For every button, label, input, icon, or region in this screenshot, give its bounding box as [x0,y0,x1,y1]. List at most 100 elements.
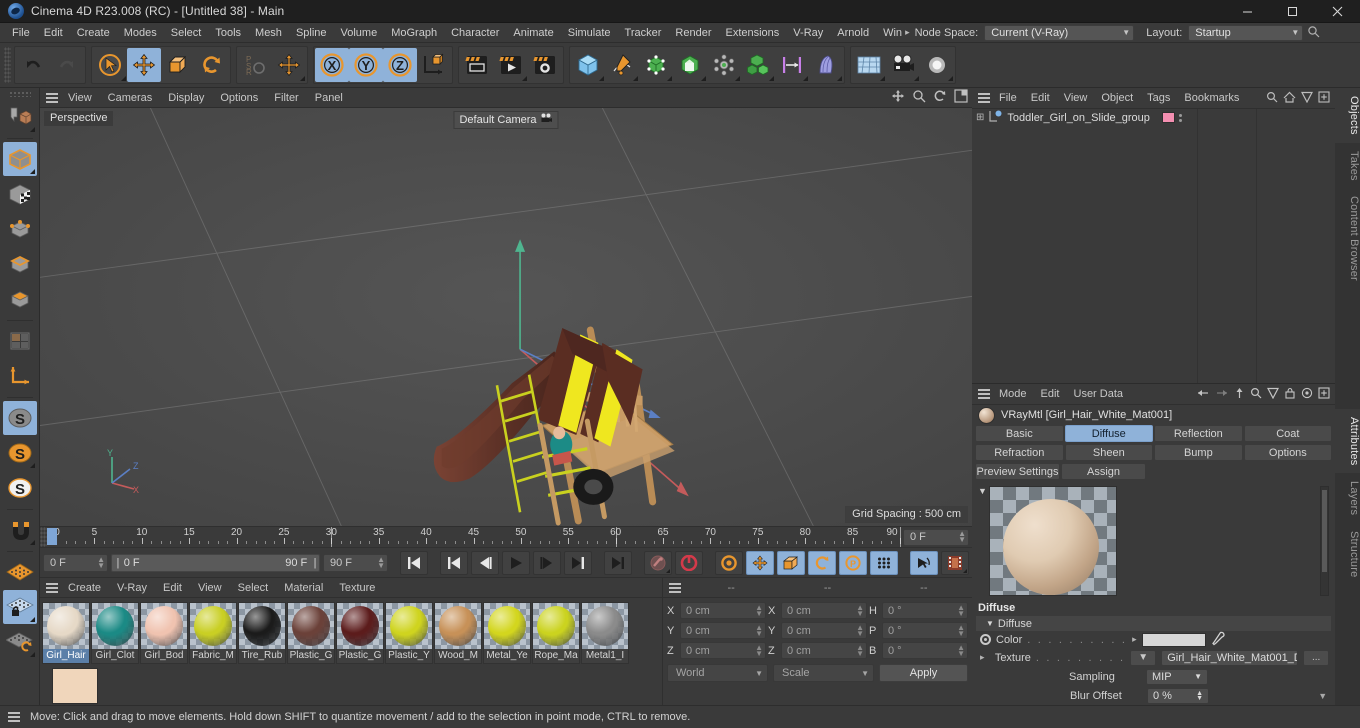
material-item[interactable]: Wood_M [434,602,482,664]
point-mode-button[interactable] [2,142,37,176]
live-selection-button[interactable] [93,48,127,82]
rotation-field[interactable]: 0 ° ▲ ▼ [882,642,968,659]
color-radio-button[interactable] [980,634,991,646]
filter-icon[interactable] [1301,91,1314,106]
x-axis-lock-button[interactable]: X [315,48,349,82]
spinner-icon[interactable]: ▲ ▼ [856,643,864,657]
add-spline-button[interactable] [605,48,639,82]
go-to-previous-keyframe-button[interactable] [440,550,468,575]
search-icon[interactable] [1307,25,1320,41]
viewport-camera-label[interactable]: Default Camera [453,111,559,129]
play-button[interactable] [502,550,530,575]
add-subdivision-surface-button[interactable] [673,48,707,82]
size-field[interactable]: 0 cm ▲ ▼ [781,602,867,619]
tab-layers[interactable]: Layers [1335,473,1360,523]
menu-volume[interactable]: Volume [334,23,385,43]
material-list[interactable]: Girl_Hair Girl_Clot Girl_Bod Fabric_M Tire_R… [40,598,662,705]
spinner-icon[interactable]: ▲ ▼ [856,623,864,637]
timeline-grip[interactable] [40,527,47,547]
material-thumbnail[interactable] [92,603,138,649]
current-frame-field[interactable]: 0 F ▲ ▼ [43,553,108,572]
magnet-tool-button[interactable] [3,513,37,547]
texture-expander-icon[interactable]: ▸ [980,652,990,663]
material-item[interactable]: Tire_Rub [238,602,286,664]
parameter-key-button[interactable]: P [839,550,867,575]
viewport-3d[interactable]: Perspective Default Camera Grid Spacing … [40,108,972,526]
minimize-button[interactable] [1225,0,1270,23]
face-mode-button[interactable] [3,282,37,316]
menu-arnold[interactable]: Arnold [830,23,876,43]
enable-axis-modification-button[interactable]: S [2,401,37,435]
go-to-end-button[interactable] [604,550,632,575]
undo-button[interactable] [16,48,50,82]
spinner-icon[interactable]: ▲ ▼ [755,603,763,617]
move-axis-button[interactable] [272,48,306,82]
objects-menu-file[interactable]: File [992,88,1024,109]
viewport-menu-panel[interactable]: Panel [307,88,351,108]
add-generator-button[interactable] [639,48,673,82]
material-item[interactable]: Rope_Ma [532,602,580,664]
timeline-range-bar[interactable]: || 0 F 90 F || [111,553,320,572]
spinner-icon[interactable]: ▲ ▼ [755,643,763,657]
scale-key-button[interactable] [777,550,805,575]
position-field[interactable]: 0 cm ▲ ▼ [680,622,766,639]
sampling-select[interactable]: MIP ▼ [1146,668,1208,685]
add-icon[interactable] [1318,387,1330,402]
edge-mode-button[interactable] [3,212,37,246]
search-icon[interactable] [1266,91,1278,106]
tab-bump[interactable]: Bump [1154,444,1243,462]
viewport-menu-options[interactable]: Options [212,88,266,108]
objects-menu-object[interactable]: Object [1094,88,1140,109]
spinner-icon[interactable]: ▲ ▼ [856,603,864,617]
coordinate-system-select[interactable]: World ▼ [667,664,768,682]
texture-type-select[interactable]: ▼ [1130,649,1157,666]
home-icon[interactable] [1283,91,1296,106]
back-arrow-icon[interactable] [1196,387,1210,402]
axis-mode-button[interactable] [3,359,37,393]
up-arrow-icon[interactable] [1234,387,1245,402]
status-menu-hamburger-icon[interactable] [6,711,22,723]
tab-assign[interactable]: Assign [1061,463,1146,481]
play-sound-button[interactable] [910,550,938,575]
material-thumbnail[interactable] [239,603,285,649]
search-icon[interactable] [1250,387,1262,402]
go-to-start-button[interactable] [400,550,428,575]
material-thumbnail[interactable] [533,603,579,649]
render-settings-button[interactable] [528,48,562,82]
spinner-icon[interactable]: ▲ ▼ [957,623,965,637]
go-to-previous-frame-button[interactable] [471,550,499,575]
timeline-ruler[interactable]: 051015202530354045505560657075808590 [47,527,901,547]
objects-menu-bookmarks[interactable]: Bookmarks [1177,88,1239,109]
position-field[interactable]: 0 cm ▲ ▼ [680,602,766,619]
material-item[interactable]: Plastic_Y [385,602,433,664]
move-tool-button[interactable] [127,48,161,82]
add-mograph-button[interactable] [741,48,775,82]
keyframe-selection-button[interactable] [715,550,743,575]
range-right-handle[interactable]: || [313,557,316,569]
add-light-button[interactable] [920,48,954,82]
material-item[interactable]: Girl_Bod [140,602,188,664]
menu-tools[interactable]: Tools [208,23,248,43]
material-preview-image[interactable] [988,486,1117,597]
y-axis-lock-button[interactable]: Y [349,48,383,82]
material-menu-create[interactable]: Create [60,578,109,598]
menu-vray[interactable]: V-Ray [786,23,830,43]
tab-objects[interactable]: Objects [1335,88,1360,143]
filter-icon[interactable] [1267,387,1280,402]
menu-mograph[interactable]: MoGraph [384,23,444,43]
autokeying-button[interactable] [675,550,703,575]
add-field-button[interactable] [775,48,809,82]
polygon-mode-button[interactable] [3,247,37,281]
coordinate-mode-select[interactable]: Scale ▼ [773,664,874,682]
preview-range-button[interactable] [941,550,969,575]
viewport-menu-view[interactable]: View [60,88,100,108]
material-thumbnail[interactable] [386,603,432,649]
scale-tool-button[interactable] [161,48,195,82]
panel-layout-icon[interactable] [954,89,968,106]
material-item[interactable]: Girl_Clot [91,602,139,664]
tab-attributes[interactable]: Attributes [1335,408,1360,474]
attributes-menu-edit[interactable]: Edit [1034,384,1067,405]
toolbar-grip[interactable] [4,47,11,83]
zoom-view-icon[interactable] [912,89,926,106]
material-thumbnail[interactable] [337,603,383,649]
